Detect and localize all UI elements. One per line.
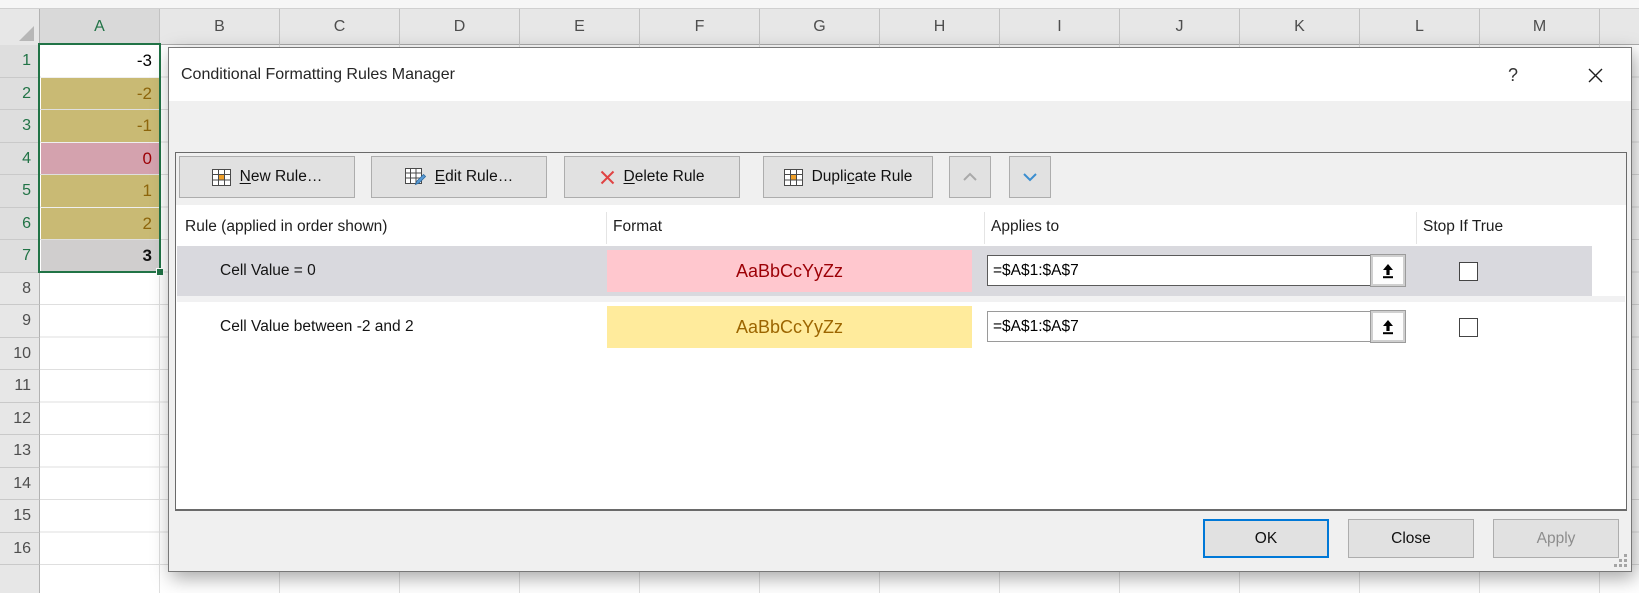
applies-to-field[interactable]: =$A$1:$A$7 xyxy=(987,311,1405,342)
range-picker-up-arrow-icon xyxy=(1380,319,1396,335)
row-header-14[interactable]: 14 xyxy=(0,468,40,501)
rules-list-container: New Rule… Edit Rule… Delete Rule Duplica… xyxy=(175,152,1627,511)
ok-button[interactable]: OK xyxy=(1203,519,1329,558)
rules-list-headers: Rule (applied in order shown) Format App… xyxy=(176,210,1626,246)
collapse-dialog-range-picker-button[interactable] xyxy=(1371,311,1405,342)
format-preview-swatch: AaBbCcYyZz xyxy=(607,306,972,348)
sheet-top-strip xyxy=(0,0,1639,9)
header-stop-if-true: Stop If True xyxy=(1423,210,1503,244)
header-rule: Rule (applied in order shown) xyxy=(185,210,387,244)
column-header-J[interactable]: J xyxy=(1120,9,1240,45)
cell-A4[interactable]: 0 xyxy=(41,143,159,175)
applies-to-range: =$A$1:$A$7 xyxy=(993,312,1079,341)
delete-x-icon xyxy=(600,170,615,185)
row-header-11[interactable]: 11 xyxy=(0,370,40,403)
column-header-B[interactable]: B xyxy=(160,9,280,45)
delete-rule-label: Delete Rule xyxy=(624,168,705,186)
rule-row-cell-value-between[interactable]: Cell Value between -2 and 2 AaBbCcYyZz =… xyxy=(177,302,1592,352)
header-applies-to: Applies to xyxy=(991,210,1059,244)
close-dialog-button[interactable] xyxy=(1577,57,1613,93)
dialog-titlebar: Conditional Formatting Rules Manager ? xyxy=(169,48,1631,101)
duplicate-rule-label: Duplicate Rule xyxy=(812,168,913,186)
cell-A5[interactable]: 1 xyxy=(41,175,159,207)
help-button[interactable]: ? xyxy=(1495,57,1531,93)
delete-rule-button[interactable]: Delete Rule xyxy=(564,156,740,198)
row-header-4[interactable]: 4 xyxy=(0,143,40,176)
edit-rule-pencil-icon xyxy=(405,168,426,186)
close-button[interactable]: Close xyxy=(1348,519,1474,558)
move-rule-up-button[interactable] xyxy=(949,156,991,198)
row-header-8[interactable]: 8 xyxy=(0,273,40,306)
column-header-M[interactable]: M xyxy=(1480,9,1600,45)
row-header-5[interactable]: 5 xyxy=(0,175,40,208)
duplicate-rule-button[interactable]: Duplicate Rule xyxy=(763,156,933,198)
select-all-triangle-icon xyxy=(19,26,34,41)
row-header-1[interactable]: 1 xyxy=(0,45,40,78)
select-all-button[interactable] xyxy=(0,9,40,45)
cell-A7[interactable]: 3 xyxy=(41,240,159,272)
edit-rule-button[interactable]: Edit Rule… xyxy=(371,156,547,198)
new-rule-table-icon xyxy=(212,169,231,186)
format-preview-swatch: AaBbCcYyZz xyxy=(607,250,972,292)
chevron-down-icon xyxy=(1022,172,1038,182)
header-divider xyxy=(1416,212,1417,244)
row-header-16[interactable]: 16 xyxy=(0,533,40,566)
applies-to-range: =$A$1:$A$7 xyxy=(993,256,1079,285)
stop-if-true-checkbox[interactable] xyxy=(1459,262,1478,281)
new-rule-label: New Rule… xyxy=(240,168,323,186)
column-header-L[interactable]: L xyxy=(1360,9,1480,45)
applies-to-field[interactable]: =$A$1:$A$7 xyxy=(987,255,1405,286)
row-header-9[interactable]: 9 xyxy=(0,305,40,338)
column-header-E[interactable]: E xyxy=(520,9,640,45)
rule-row-cell-value-equals-0[interactable]: Cell Value = 0 AaBbCcYyZz =$A$1:$A$7 xyxy=(177,246,1592,296)
row-header-15[interactable]: 15 xyxy=(0,500,40,533)
column-header-H[interactable]: H xyxy=(880,9,1000,45)
column-header-I[interactable]: I xyxy=(1000,9,1120,45)
cell-A6[interactable]: 2 xyxy=(41,208,159,240)
conditional-formatting-rules-manager-dialog: Conditional Formatting Rules Manager ? S… xyxy=(168,47,1632,572)
row-header-10[interactable]: 10 xyxy=(0,338,40,371)
dialog-title: Conditional Formatting Rules Manager xyxy=(181,48,455,101)
help-icon: ? xyxy=(1508,65,1518,86)
move-rule-down-button[interactable] xyxy=(1009,156,1051,198)
column-header-K[interactable]: K xyxy=(1240,9,1360,45)
new-rule-button[interactable]: New Rule… xyxy=(179,156,355,198)
column-header-G[interactable]: G xyxy=(760,9,880,45)
row-header-13[interactable]: 13 xyxy=(0,435,40,468)
duplicate-rule-table-icon xyxy=(784,169,803,186)
header-divider xyxy=(984,212,985,244)
column-header-A[interactable]: A xyxy=(40,9,160,45)
row-header-7[interactable]: 7 xyxy=(0,240,40,273)
edit-rule-label: Edit Rule… xyxy=(435,168,513,186)
row-header-6[interactable]: 6 xyxy=(0,208,40,241)
range-picker-up-arrow-icon xyxy=(1380,263,1396,279)
stop-if-true-checkbox[interactable] xyxy=(1459,318,1478,337)
row-header-12[interactable]: 12 xyxy=(0,403,40,436)
header-divider xyxy=(606,212,607,244)
cell-A2[interactable]: -2 xyxy=(41,78,159,110)
cell-A1[interactable]: -3 xyxy=(41,45,159,77)
collapse-dialog-range-picker-button[interactable] xyxy=(1371,255,1405,286)
close-icon xyxy=(1588,68,1603,83)
column-header-D[interactable]: D xyxy=(400,9,520,45)
row-header-3[interactable]: 3 xyxy=(0,110,40,143)
row-header-2[interactable]: 2 xyxy=(0,78,40,111)
header-format: Format xyxy=(613,210,662,244)
column-header-F[interactable]: F xyxy=(640,9,760,45)
resize-grip-icon[interactable] xyxy=(1614,554,1628,568)
cell-A3[interactable]: -1 xyxy=(41,110,159,142)
chevron-up-icon xyxy=(962,172,978,182)
rules-toolbar: New Rule… Edit Rule… Delete Rule Duplica… xyxy=(176,153,1626,205)
column-header-C[interactable]: C xyxy=(280,9,400,45)
rule-description: Cell Value between -2 and 2 xyxy=(220,302,414,352)
rule-description: Cell Value = 0 xyxy=(220,246,316,296)
apply-button[interactable]: Apply xyxy=(1493,519,1619,558)
